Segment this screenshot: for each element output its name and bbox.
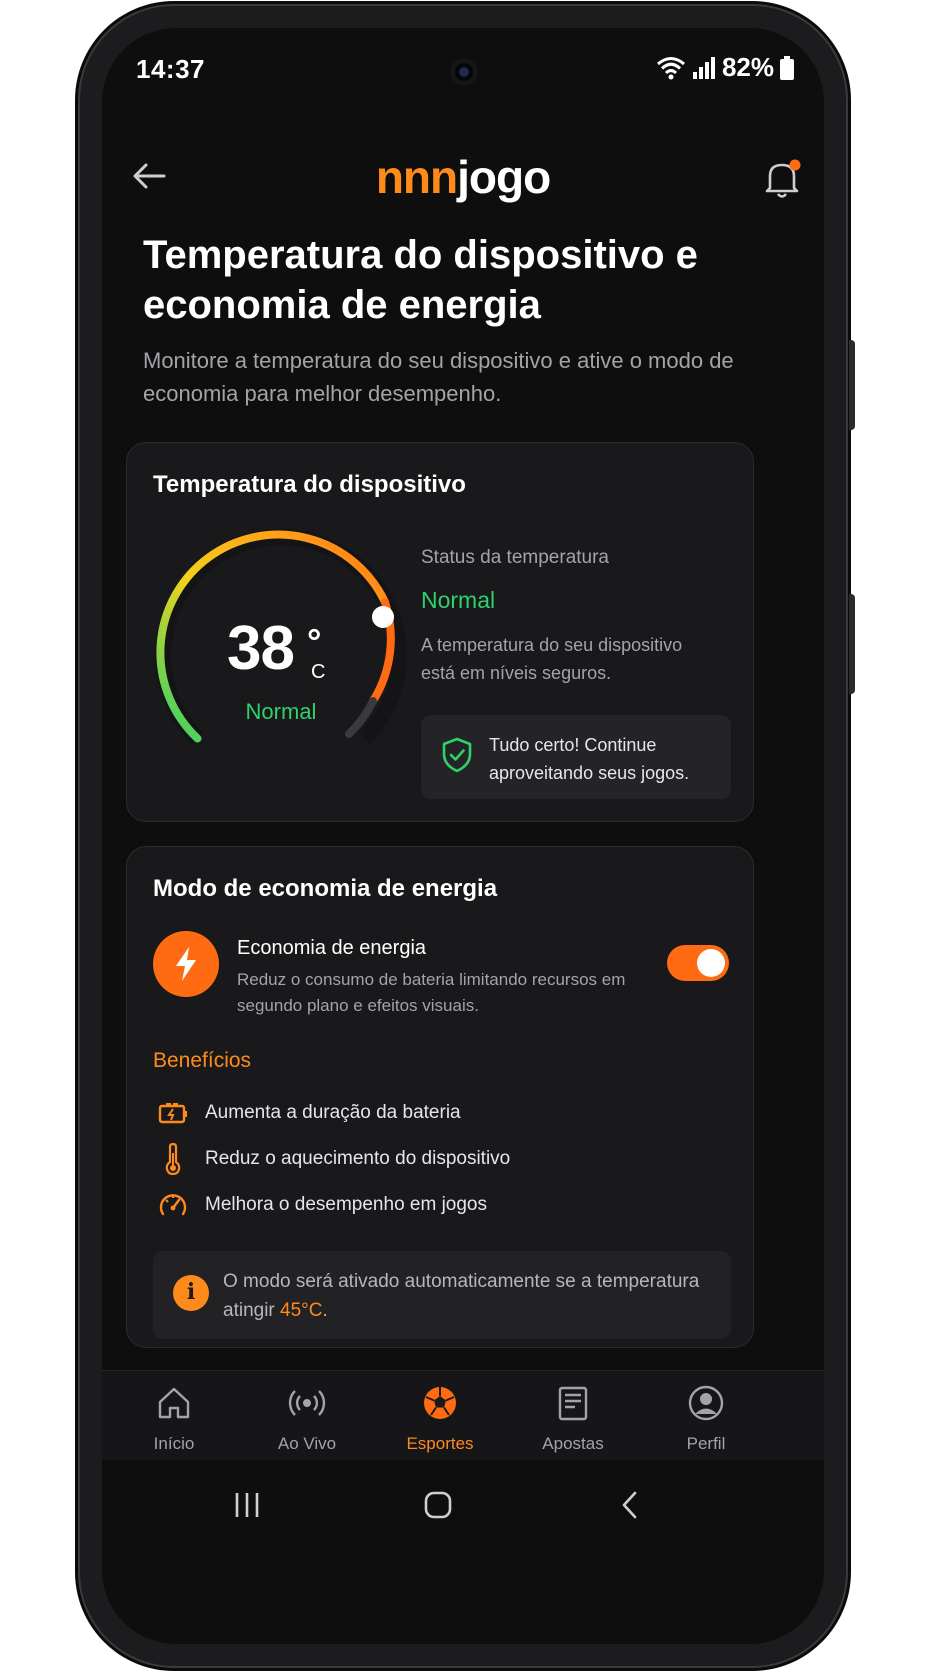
info-text: O modo será ativado automaticamente se a… (223, 1267, 723, 1325)
phone-frame: 14:37 82% nnnjogo Temperatura do disposi… (78, 4, 855, 1668)
nav-item-ao-vivo[interactable]: Ao Vivo (241, 1371, 373, 1461)
volume-button (849, 340, 855, 430)
system-icons: 82% (656, 52, 794, 83)
page-subtitle: Monitore a temperatura do seu dispositiv… (143, 348, 734, 406)
shield-check-icon (442, 737, 472, 773)
nav-item-inicio[interactable]: Início (108, 1371, 240, 1461)
info-text-end: . (322, 1300, 328, 1321)
home-button-icon[interactable] (421, 1488, 455, 1522)
thermometer-icon (157, 1143, 189, 1175)
benefit-item: Reduz o aquecimento do dispositivo (157, 1143, 510, 1175)
app-header: nnnjogo (102, 128, 824, 228)
soccer-ball-icon (424, 1387, 456, 1419)
temperature-gauge: 38 ° C Normal (151, 525, 411, 785)
live-icon (288, 1390, 326, 1416)
nav-label: Esportes (406, 1434, 474, 1453)
ok-message-box: Tudo certo! Continue aproveitando seus j… (421, 715, 731, 799)
info-icon: i (173, 1275, 209, 1311)
temperature-unit: C (311, 661, 326, 683)
toggle-knob (697, 949, 725, 977)
battery-icon (157, 1097, 189, 1129)
nav-label: Início (153, 1434, 195, 1453)
signal-icon (692, 56, 715, 79)
benefit-label: Reduz o aquecimento do dispositivo (205, 1148, 511, 1169)
gauge-status: Normal (245, 699, 317, 724)
energy-card-title: Modo de economia de energia (153, 875, 498, 902)
gauge-indicator (372, 606, 394, 628)
status-bar: 14:37 82% (102, 28, 824, 118)
app-screen: 14:37 82% nnnjogo Temperatura do disposi… (102, 28, 824, 1644)
bottom-navigation: Início Ao Vivo Esportes Apostas Perfil (102, 1370, 824, 1460)
status-value: Normal (421, 587, 496, 613)
ok-message: Tudo certo! Continue aproveitando seus j… (489, 735, 690, 783)
system-navigation-bar (102, 1460, 824, 1550)
temperature-degree: ° (307, 621, 322, 662)
nav-item-esportes[interactable]: Esportes (374, 1371, 506, 1461)
home-icon (158, 1387, 190, 1419)
benefit-label: Melhora o desempenho em jogos (205, 1194, 488, 1215)
lightning-bolt-icon (153, 931, 219, 997)
front-camera (450, 58, 478, 86)
speedometer-icon (157, 1189, 189, 1221)
benefits-title: Benefícios (153, 1049, 252, 1072)
notification-bell-icon[interactable] (762, 156, 802, 200)
nav-label: Ao Vivo (277, 1434, 337, 1453)
benefit-item: Aumenta a duração da bateria (157, 1097, 461, 1129)
auto-activation-info: i O modo será ativado automaticamente se… (153, 1251, 731, 1339)
energy-mode-title: Economia de energia (237, 937, 427, 959)
energy-saving-card: Modo de economia de energia Economia de … (126, 846, 754, 1348)
energy-saving-toggle[interactable] (667, 945, 729, 981)
app-logo: nnnjogo (102, 150, 824, 204)
status-description: A temperatura do seu dispositivo está em… (421, 635, 683, 683)
bet-slip-icon (558, 1386, 588, 1421)
temperature-card-title: Temperatura do dispositivo (153, 471, 466, 498)
nav-label: Perfil (686, 1434, 726, 1453)
temperature-value: 38 (227, 614, 295, 683)
profile-icon (688, 1385, 724, 1421)
status-time: 14:37 (136, 54, 205, 84)
status-label: Status da temperatura (421, 547, 609, 568)
wifi-icon (656, 56, 685, 79)
benefit-label: Aumenta a duração da bateria (205, 1102, 461, 1123)
system-back-icon[interactable] (614, 1488, 648, 1522)
energy-mode-description: Reduz o consumo de bateria limitando rec… (237, 970, 626, 1015)
temperature-card: Temperatura do dispositivo 38 ° C Normal… (126, 442, 754, 822)
logo-part-orange: nnn (375, 151, 458, 203)
page-title: Temperatura do dispositivo e economia de… (143, 233, 698, 327)
logo-part-white: jogo (457, 151, 551, 203)
benefit-item: Melhora o desempenho em jogos (157, 1189, 487, 1221)
nav-item-perfil[interactable]: Perfil (640, 1371, 772, 1461)
info-threshold: 45°C (280, 1300, 323, 1321)
power-button (849, 594, 855, 694)
recent-apps-icon[interactable] (230, 1488, 264, 1522)
battery-icon (780, 55, 794, 80)
battery-percent: 82% (721, 52, 774, 82)
nav-item-apostas[interactable]: Apostas (507, 1371, 639, 1461)
nav-label: Apostas (542, 1434, 604, 1453)
